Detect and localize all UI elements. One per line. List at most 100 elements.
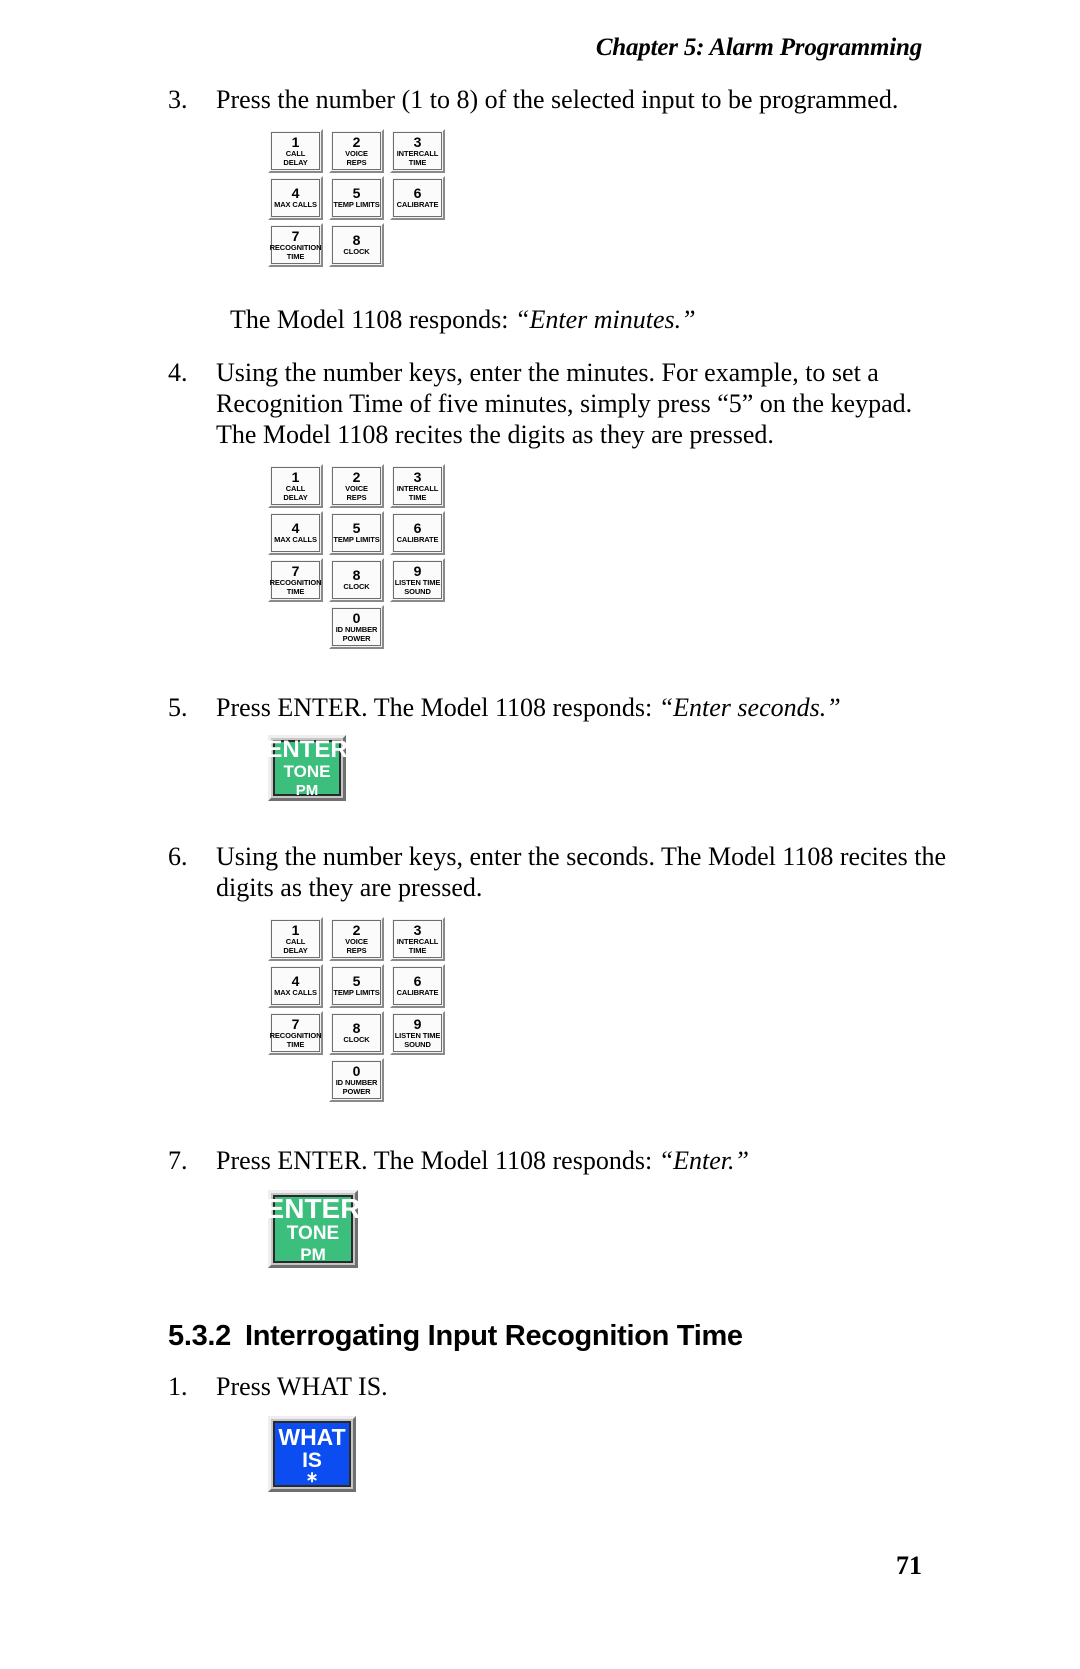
keypad-row-3: 7 RECOGNITION TIME 8 CLOCK 9 LISTEN TIME… bbox=[268, 558, 958, 602]
key-0-digit: 0 bbox=[352, 610, 361, 626]
keypad-row-4: 0 ID NUMBER POWER bbox=[268, 605, 958, 649]
enter-key-button-large[interactable]: ENTER TONE PM bbox=[265, 1190, 361, 1268]
step-5-text-quote: “Enter seconds.” bbox=[658, 693, 841, 722]
key-2-digit: 2 bbox=[352, 922, 361, 938]
key-5-label-line1: TEMP LIMITS bbox=[333, 535, 380, 545]
key-8[interactable]: 8 CLOCK bbox=[329, 1011, 384, 1055]
key-3-label-line2: TIME bbox=[408, 492, 427, 502]
key-6[interactable]: 6 CALIBRATE bbox=[390, 511, 445, 555]
key-8[interactable]: 8 CLOCK bbox=[329, 223, 384, 267]
step-7: 7. Press ENTER. The Model 1108 responds:… bbox=[168, 1145, 958, 1176]
key-4-label-line1: MAX CALLS bbox=[274, 988, 317, 998]
keypad-row-1: 1 CALL DELAY 2 VOICE REPS 3 INTERCALL TI… bbox=[268, 464, 958, 508]
key-2-digit: 2 bbox=[352, 134, 361, 150]
key-1[interactable]: 1 CALL DELAY bbox=[268, 129, 323, 173]
key-1[interactable]: 1 CALL DELAY bbox=[268, 464, 323, 508]
key-9-digit: 9 bbox=[413, 1016, 422, 1032]
key-4[interactable]: 4 MAX CALLS bbox=[268, 964, 323, 1008]
step-5-text-plain: Press ENTER. The Model 1108 responds: bbox=[216, 693, 659, 722]
step-7-text-quote: “Enter.” bbox=[658, 1146, 749, 1175]
key-2[interactable]: 2 VOICE REPS bbox=[329, 917, 384, 961]
key-0-digit: 0 bbox=[352, 1063, 361, 1079]
key-4[interactable]: 4 MAX CALLS bbox=[268, 176, 323, 220]
enter-key-large-line3: PM bbox=[300, 1244, 326, 1264]
section-number: 5.3.2 bbox=[168, 1320, 231, 1352]
step-3-text: Press the number (1 to 8) of the selecte… bbox=[216, 85, 899, 114]
key-6-digit: 6 bbox=[413, 520, 422, 537]
step-3-number: 3. bbox=[168, 85, 188, 114]
key-1-digit: 1 bbox=[291, 469, 300, 485]
step-5-number: 5. bbox=[168, 693, 188, 722]
key-9[interactable]: 9 LISTEN TIME SOUND bbox=[390, 1011, 445, 1055]
key-6[interactable]: 6 CALIBRATE bbox=[390, 964, 445, 1008]
key-8-digit: 8 bbox=[352, 1020, 361, 1037]
keypad-row-1: 1 CALL DELAY 2 VOICE REPS 3 INTERCALL TI… bbox=[268, 917, 958, 961]
step-3: 3. Press the number (1 to 8) of the sele… bbox=[168, 84, 958, 115]
key-3[interactable]: 3 INTERCALL TIME bbox=[390, 917, 445, 961]
key-6[interactable]: 6 CALIBRATE bbox=[390, 176, 445, 220]
section-step-1-number: 1. bbox=[168, 1372, 188, 1401]
key-3[interactable]: 3 INTERCALL TIME bbox=[390, 464, 445, 508]
key-3-label-line2: TIME bbox=[408, 945, 427, 955]
key-3[interactable]: 3 INTERCALL TIME bbox=[390, 129, 445, 173]
key-5-digit: 5 bbox=[352, 973, 361, 990]
keypad-row-4: 0 ID NUMBER POWER bbox=[268, 1058, 958, 1102]
key-2-label-line2: REPS bbox=[346, 492, 367, 502]
key-0-label-line2: POWER bbox=[342, 633, 371, 643]
enter-key-large-line1: ENTER bbox=[265, 1192, 361, 1224]
key-6-label-line1: CALIBRATE bbox=[396, 535, 439, 545]
key-8-label-line1: CLOCK bbox=[343, 582, 370, 592]
keypad-full-2: 1 CALL DELAY 2 VOICE REPS 3 INTERCALL TI… bbox=[268, 917, 958, 1102]
response-line-plain: The Model 1108 responds: bbox=[230, 305, 515, 334]
key-1-label-line2: DELAY bbox=[283, 157, 308, 167]
key-2[interactable]: 2 VOICE REPS bbox=[329, 464, 384, 508]
key-8-digit: 8 bbox=[352, 232, 361, 249]
step-5-text: Press ENTER. The Model 1108 responds: “E… bbox=[216, 692, 958, 723]
keypad-row-2: 4 MAX CALLS 5 TEMP LIMITS 6 CALIBRATE bbox=[268, 176, 958, 220]
step-4-number: 4. bbox=[168, 358, 188, 387]
key-4-digit: 4 bbox=[291, 185, 300, 202]
key-6-digit: 6 bbox=[413, 973, 422, 990]
what-is-key-button[interactable]: WHAT IS ∗ bbox=[268, 1416, 356, 1492]
key-2[interactable]: 2 VOICE REPS bbox=[329, 129, 384, 173]
key-3-label-line2: TIME bbox=[408, 157, 427, 167]
running-head: Chapter 5: Alarm Programming bbox=[595, 34, 922, 61]
key-6-label-line1: CALIBRATE bbox=[396, 200, 439, 210]
keypad-row-1: 1 CALL DELAY 2 VOICE REPS 3 INTERCALL TI… bbox=[268, 129, 958, 173]
response-line-enter-minutes: The Model 1108 responds: “Enter minutes.… bbox=[230, 304, 958, 335]
enter-key-button[interactable]: ENTER TONE PM bbox=[266, 735, 348, 801]
key-3-digit: 3 bbox=[413, 469, 422, 485]
key-5[interactable]: 5 TEMP LIMITS bbox=[329, 176, 384, 220]
key-0[interactable]: 0 ID NUMBER POWER bbox=[329, 1058, 384, 1102]
key-7-label-line2: TIME bbox=[286, 586, 305, 596]
key-7[interactable]: 7 RECOGNITION TIME bbox=[268, 223, 323, 267]
key-7[interactable]: 7 RECOGNITION TIME bbox=[268, 1011, 323, 1055]
key-7-digit: 7 bbox=[291, 563, 300, 579]
section-step-1: 1. Press WHAT IS. bbox=[168, 1371, 958, 1402]
key-9[interactable]: 9 LISTEN TIME SOUND bbox=[390, 558, 445, 602]
step-4: 4. Using the number keys, enter the minu… bbox=[168, 357, 958, 450]
key-0-label-line2: POWER bbox=[342, 1086, 371, 1096]
key-2-digit: 2 bbox=[352, 469, 361, 485]
key-1[interactable]: 1 CALL DELAY bbox=[268, 917, 323, 961]
key-4[interactable]: 4 MAX CALLS bbox=[268, 511, 323, 555]
keypad-1-to-8: 1 CALL DELAY 2 VOICE REPS 3 INTERCALL TI… bbox=[268, 129, 958, 267]
page-number: 71 bbox=[896, 1551, 922, 1580]
key-4-digit: 4 bbox=[291, 520, 300, 537]
key-1-label-line2: DELAY bbox=[283, 492, 308, 502]
what-is-key-line1: WHAT bbox=[278, 1423, 346, 1450]
key-5[interactable]: 5 TEMP LIMITS bbox=[329, 511, 384, 555]
keypad-row-3: 7 RECOGNITION TIME 8 CLOCK 9 LISTEN TIME… bbox=[268, 1011, 958, 1055]
key-9-label-line2: SOUND bbox=[404, 1039, 431, 1049]
key-7[interactable]: 7 RECOGNITION TIME bbox=[268, 558, 323, 602]
key-5[interactable]: 5 TEMP LIMITS bbox=[329, 964, 384, 1008]
section-title: Interrogating Input Recognition Time bbox=[245, 1320, 743, 1352]
key-8[interactable]: 8 CLOCK bbox=[329, 558, 384, 602]
key-0[interactable]: 0 ID NUMBER POWER bbox=[329, 605, 384, 649]
key-8-digit: 8 bbox=[352, 567, 361, 584]
key-4-digit: 4 bbox=[291, 973, 300, 990]
keypad-row-3: 7 RECOGNITION TIME 8 CLOCK bbox=[268, 223, 958, 267]
key-4-label-line1: MAX CALLS bbox=[274, 535, 317, 545]
key-1-label-line2: DELAY bbox=[283, 945, 308, 955]
key-7-digit: 7 bbox=[291, 1016, 300, 1032]
